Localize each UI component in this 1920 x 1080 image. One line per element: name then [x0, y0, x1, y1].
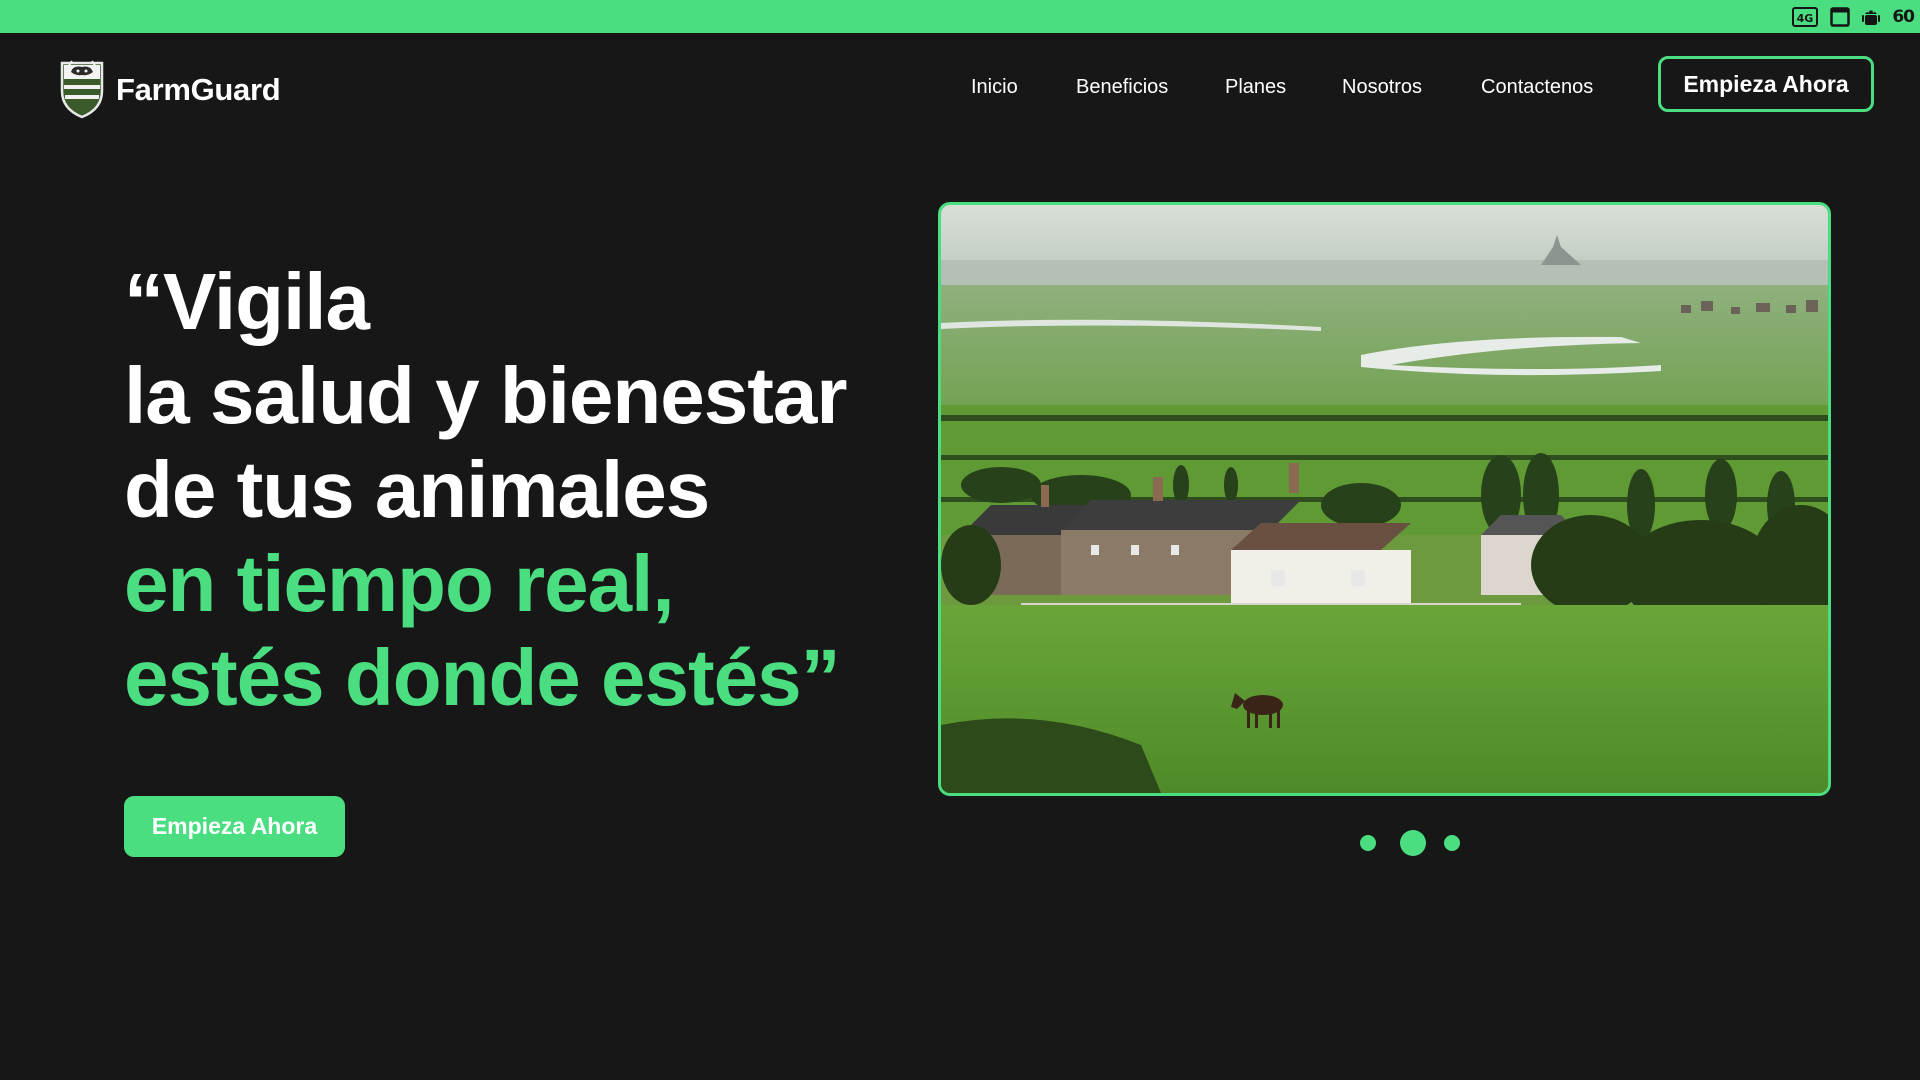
nav-link-inicio[interactable]: Inicio — [971, 76, 1018, 99]
window-icon — [1830, 7, 1851, 27]
carousel-dot-1[interactable] — [1360, 835, 1376, 851]
hero-cta-button[interactable]: Empieza Ahora — [124, 796, 345, 857]
carousel-dot-2-active[interactable] — [1400, 830, 1426, 856]
nav-link-contactenos[interactable]: Contactenos — [1481, 76, 1593, 99]
android-icon — [1862, 6, 1881, 28]
hero-image — [938, 202, 1831, 796]
4g-icon: 4G — [1792, 7, 1819, 27]
countryside-farm-landscape-photo — [941, 205, 1828, 793]
status-bar: 4G 60 — [0, 0, 1920, 33]
status-icons: 4G 60 — [1792, 5, 1915, 29]
hero-title-highlight: estés donde estés” — [124, 633, 841, 722]
carousel-dot-3[interactable] — [1444, 835, 1460, 851]
carousel-dots — [1360, 828, 1466, 858]
nav-links: Inicio Beneficios Planes Nosotros Contac… — [0, 76, 1920, 106]
nav-link-beneficios[interactable]: Beneficios — [1076, 76, 1168, 99]
hero-title-line: la salud y bienestar — [124, 351, 848, 440]
navbar: FarmGuard Inicio Beneficios Planes Nosot… — [0, 33, 1920, 143]
fps-counter: 60 — [1892, 7, 1915, 27]
hero-title-line: de tus animales — [124, 445, 710, 534]
nav-cta-button[interactable]: Empieza Ahora — [1658, 56, 1874, 112]
nav-link-nosotros[interactable]: Nosotros — [1342, 76, 1422, 99]
hero-title: “Vigila la salud y bienestar de tus anim… — [124, 255, 848, 725]
hero-title-line: “Vigila — [124, 257, 370, 346]
hero-title-highlight: en tiempo real, — [124, 539, 675, 628]
svg-text:4G: 4G — [1797, 12, 1814, 25]
nav-link-planes[interactable]: Planes — [1225, 76, 1286, 99]
